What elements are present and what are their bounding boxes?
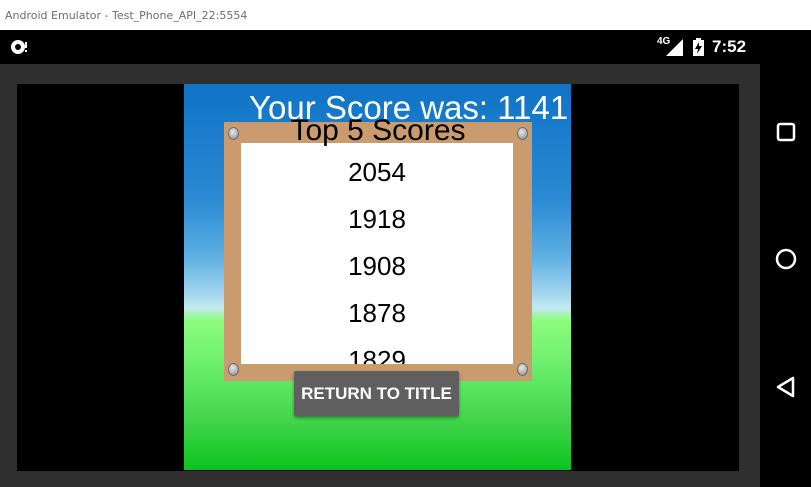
score-row-2: 1918 <box>348 204 406 234</box>
screw-icon <box>517 363 528 376</box>
window-title: Android Emulator - Test_Phone_API_22:555… <box>5 9 248 22</box>
triangle-back-icon[interactable] <box>774 375 798 399</box>
score-row-3: 1908 <box>348 251 406 281</box>
battery-charging-icon <box>693 38 704 56</box>
return-to-title-button[interactable]: RETURN TO TITLE <box>294 371 459 416</box>
screw-icon <box>517 127 528 140</box>
signal-icon <box>666 39 683 56</box>
circle-icon[interactable] <box>774 247 798 271</box>
device-frame: 4G 7:52 Your Score was: 1141 2054 1918 1… <box>0 30 811 487</box>
game-screen: Your Score was: 1141 2054 1918 1908 1878… <box>17 84 739 471</box>
navigation-bar <box>760 30 811 487</box>
scores-panel: 2054 1918 1908 1878 1829 <box>241 143 513 375</box>
app-area: Your Score was: 1141 2054 1918 1908 1878… <box>0 64 760 487</box>
debug-notification-icon <box>11 40 27 54</box>
board-title: Top 5 Scores <box>290 114 466 147</box>
emulator-title-bar: Android Emulator - Test_Phone_API_22:555… <box>0 0 811 30</box>
screw-icon <box>228 363 239 376</box>
game-view: Your Score was: 1141 2054 1918 1908 1878… <box>184 84 571 470</box>
score-row-1: 2054 <box>348 157 406 187</box>
score-row-4: 1878 <box>348 298 406 328</box>
square-icon[interactable] <box>774 120 798 144</box>
status-clock: 7:52 <box>712 37 747 56</box>
scoreboard: 2054 1918 1908 1878 1829 Top 5 Scores <box>224 114 532 381</box>
screw-icon <box>228 127 239 140</box>
status-bar: 4G 7:52 <box>0 30 760 64</box>
